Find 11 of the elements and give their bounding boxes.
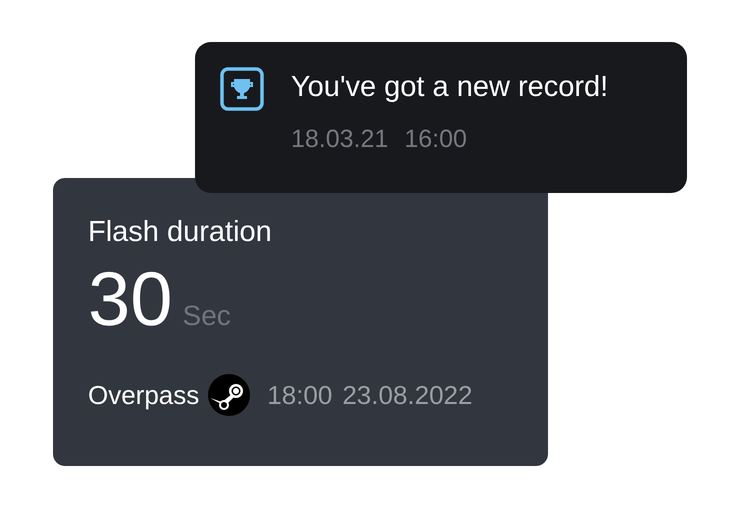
time-text: 18:00 <box>267 378 332 412</box>
notification-title: You've got a new record! <box>291 70 608 105</box>
time-text: 16:00 <box>404 124 467 155</box>
trophy-icon <box>220 67 264 111</box>
duration-value: 30 <box>88 256 173 344</box>
map-name: Overpass <box>88 378 200 412</box>
duration-unit: Sec <box>182 299 231 333</box>
date-text: 18.03.21 <box>291 124 388 155</box>
date-text: 23.08.2022 <box>342 378 472 412</box>
card-title: Flash duration <box>88 215 273 250</box>
steam-icon <box>208 374 250 416</box>
